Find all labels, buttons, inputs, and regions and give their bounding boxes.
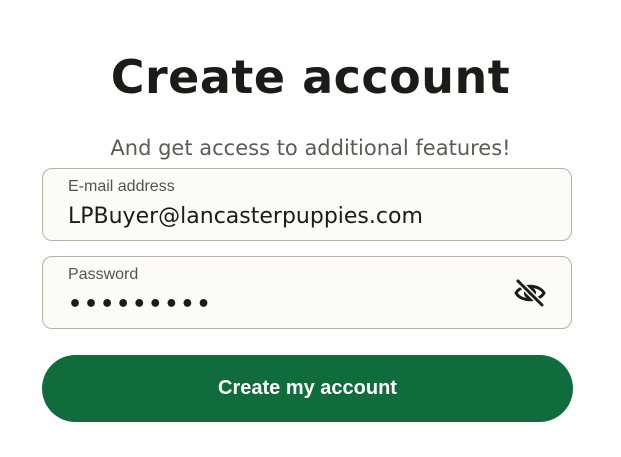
password-field-label: Password [68, 266, 139, 283]
password-input[interactable]: ••••••••• [68, 291, 518, 319]
email-field-label: E-mail address [68, 178, 175, 195]
email-input[interactable]: LPBuyer@lancasterpuppies.com [68, 203, 518, 231]
create-my-account-button[interactable]: Create my account [42, 355, 573, 422]
password-field[interactable]: Password ••••••••• [42, 256, 572, 329]
create-account-page: Create account And get access to additio… [0, 0, 621, 457]
page-title: Create account [110, 50, 511, 104]
show-password-toggle[interactable] [513, 278, 547, 308]
eye-slash-icon [513, 278, 547, 308]
page-subtitle: And get access to additional features! [110, 136, 511, 160]
email-field[interactable]: E-mail address LPBuyer@lancasterpuppies.… [42, 168, 572, 241]
